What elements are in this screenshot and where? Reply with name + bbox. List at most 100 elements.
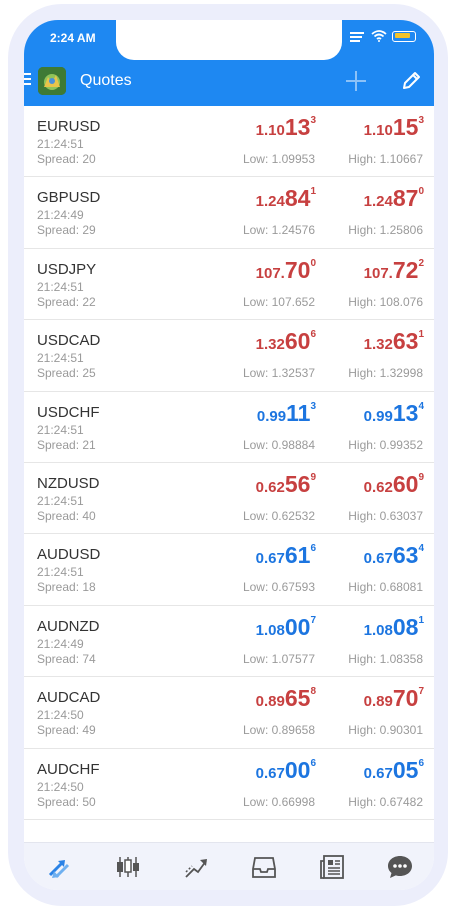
low-price: Low: 107.652: [242, 294, 315, 309]
low-price: Low: 1.32537: [242, 366, 315, 381]
spread-value: Spread: 74: [37, 651, 96, 666]
bid-price-fraction: 6: [310, 757, 316, 769]
plus-icon: [346, 71, 366, 91]
bid-price-prefix: 0.67: [255, 550, 285, 568]
symbol-name: EURUSD: [37, 118, 101, 135]
menu-icon[interactable]: [24, 73, 31, 87]
add-symbol-button[interactable]: [345, 70, 367, 92]
low-price: Low: 0.98884: [242, 437, 315, 452]
quote-row[interactable]: AUDCAD 21:24:50 Spread: 49 0.89658 0.89707 Lo…: [24, 677, 434, 749]
bid-price-prefix: 1.08: [255, 621, 285, 639]
spread-value: Spread: 21: [37, 437, 96, 452]
ask-price-prefix: 1.24: [363, 193, 393, 211]
bid-price: 1.32606: [256, 328, 316, 355]
ask-price-prefix: 0.62: [363, 478, 393, 496]
bid-price-prefix: 0.67: [255, 764, 285, 782]
nav-quotes[interactable]: [46, 853, 74, 881]
bid-price-pips: 70: [284, 256, 311, 283]
edit-button[interactable]: [400, 70, 422, 92]
high-price: High: 0.63037: [348, 508, 423, 523]
battery-icon: [392, 30, 416, 42]
bid-price-fraction: 3: [310, 115, 316, 126]
ask-price-fraction: 7: [418, 686, 424, 698]
ask-price-pips: 63: [392, 542, 419, 569]
bid-price-pips: 11: [286, 399, 311, 426]
history-inbox-icon: [252, 857, 276, 878]
bid-price: 0.67006: [256, 757, 316, 784]
high-price: High: 0.68081: [348, 580, 423, 595]
nav-chart[interactable]: [114, 853, 142, 881]
high-price: High: 1.25806: [348, 223, 423, 238]
quotes-list: EURUSD 21:24:51 Spread: 20 1.10133 1.10153 Lo…: [24, 106, 434, 820]
spread-value: Spread: 50: [37, 794, 96, 809]
symbol-name: USDCAD: [37, 332, 101, 350]
symbol-name: AUDCAD: [37, 689, 101, 707]
ask-price: 107.722: [364, 257, 424, 284]
ask-price: 0.67056: [364, 757, 424, 784]
ask-price-pips: 13: [392, 399, 419, 426]
quote-time: 21:24:51: [37, 351, 84, 366]
ask-price: 1.32631: [364, 328, 424, 355]
nav-news[interactable]: [318, 853, 346, 881]
ask-price-fraction: 3: [418, 115, 424, 126]
spread-value: Spread: 40: [37, 508, 96, 523]
quote-row[interactable]: USDCAD 21:24:51 Spread: 25 1.32606 1.32631 Lo…: [24, 320, 434, 392]
wifi-icon: [371, 30, 387, 42]
ask-price-fraction: 4: [418, 543, 424, 555]
ask-price-prefix: 1.10: [363, 122, 393, 139]
spread-value: Spread: 20: [37, 152, 96, 166]
ask-price-fraction: 6: [418, 757, 424, 769]
bid-price-fraction: 0: [310, 257, 316, 269]
bid-price-pips: 84: [284, 185, 311, 212]
bid-price: 1.24841: [256, 185, 316, 212]
quote-time: 21:24:51: [37, 422, 84, 437]
nav-chat[interactable]: [386, 853, 414, 881]
bid-price-pips: 00: [284, 756, 311, 783]
quote-time: 21:24:50: [37, 779, 84, 794]
low-price: Low: 0.66998: [242, 794, 315, 809]
high-price: High: 108.076: [348, 294, 423, 309]
status-icons: [350, 30, 416, 42]
ask-price-prefix: 0.99: [363, 407, 393, 425]
quote-row[interactable]: AUDCHF 21:24:50 Spread: 50 0.67006 0.67056 Lo…: [24, 748, 434, 820]
quote-row[interactable]: EURUSD 21:24:51 Spread: 20 1.10133 1.10153 Lo…: [24, 106, 434, 178]
bid-price: 0.62569: [256, 471, 316, 498]
quote-row[interactable]: USDCHF 21:24:51 Spread: 21 0.99113 0.99134 Lo…: [24, 391, 434, 463]
high-price: High: 1.10667: [348, 152, 423, 166]
app-bar: 2:24 AM Quotes: [24, 20, 434, 106]
quote-time: 21:24:49: [37, 636, 84, 651]
bid-price-prefix: 1.32: [255, 336, 285, 354]
nav-trade[interactable]: [182, 853, 210, 881]
quote-row[interactable]: AUDNZD 21:24:49 Spread: 74 1.08007 1.08081 Lo…: [24, 605, 434, 678]
bid-price-fraction: 1: [310, 186, 316, 198]
bid-price-fraction: 9: [310, 471, 316, 483]
ask-price-pips: 70: [392, 685, 419, 712]
bid-price: 1.10133: [256, 114, 316, 141]
symbol-name: AUDCHF: [37, 760, 100, 778]
ask-price: 1.08081: [364, 614, 424, 641]
nav-history[interactable]: [250, 853, 278, 881]
ask-price: 1.10153: [364, 114, 424, 141]
ask-price: 0.67634: [364, 542, 424, 569]
quote-row[interactable]: AUDUSD 21:24:51 Spread: 18 0.67616 0.67634 Lo…: [24, 534, 434, 606]
app-logo: [38, 67, 66, 95]
bid-price-prefix: 1.24: [255, 193, 285, 211]
ask-price-pips: 63: [392, 328, 419, 355]
spread-value: Spread: 29: [37, 223, 96, 238]
page-title: Quotes: [80, 72, 132, 89]
bid-price-pips: 00: [284, 613, 311, 640]
news-icon: [320, 855, 344, 879]
ask-price-prefix: 0.67: [363, 764, 393, 782]
ask-price-pips: 05: [392, 756, 419, 783]
quote-row[interactable]: USDJPY 21:24:51 Spread: 22 107.700 107.722 Lo…: [24, 248, 434, 321]
quote-row[interactable]: GBPUSD 21:24:49 Spread: 29 1.24841 1.24870 Lo…: [24, 177, 434, 249]
bid-price-pips: 65: [284, 685, 311, 712]
bid-price-prefix: 0.89: [255, 693, 285, 711]
candlestick-chart-icon: [117, 857, 139, 877]
ask-price-prefix: 1.08: [363, 621, 393, 639]
bid-price-fraction: 3: [310, 400, 316, 412]
low-price: Low: 0.67593: [242, 580, 315, 595]
ask-price: 0.99134: [364, 400, 424, 427]
symbol-name: USDJPY: [37, 260, 97, 278]
quote-row[interactable]: NZDUSD 21:24:51 Spread: 40 0.62569 0.62609 Lo…: [24, 462, 434, 535]
